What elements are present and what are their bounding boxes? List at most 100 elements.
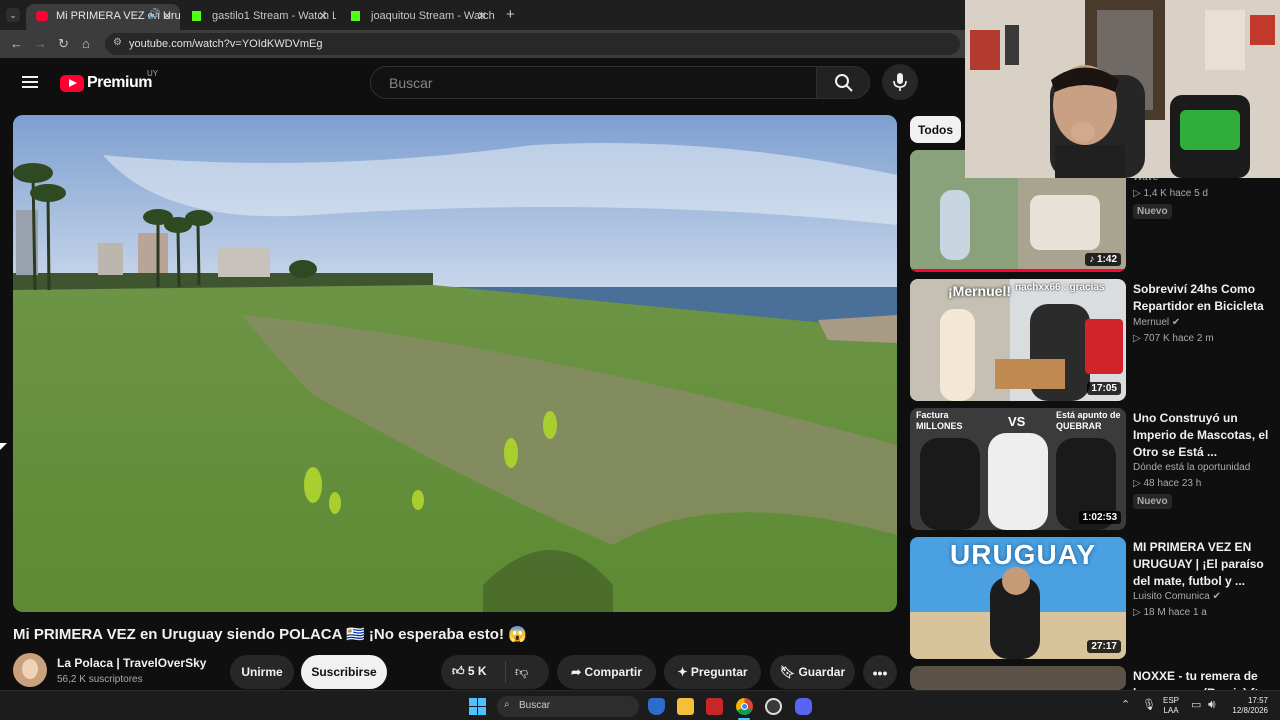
ask-button[interactable]: ✦ Preguntar bbox=[664, 655, 761, 689]
video-player[interactable] bbox=[13, 115, 897, 612]
duration-badge: ♪ 1:42 bbox=[1085, 253, 1121, 266]
volume-icon[interactable]: 🔊︎ bbox=[1208, 697, 1216, 712]
kick-favicon-icon bbox=[192, 11, 201, 21]
subscriber-count: 56,2 K suscriptores bbox=[57, 674, 143, 685]
channel-avatar[interactable] bbox=[13, 653, 47, 687]
forward-icon[interactable]: → bbox=[34, 36, 47, 51]
bookmark-icon: 🔖︎ bbox=[779, 665, 796, 679]
recommendation-title[interactable]: NOXXE - tu remera de las remeras (Remix)… bbox=[1133, 668, 1273, 690]
clock[interactable]: 17:57 12/8/2026 bbox=[1228, 696, 1268, 716]
close-tab-icon[interactable]: ✕ bbox=[162, 9, 172, 23]
video-stats: ▷ 1,4 K hace 5 d bbox=[1133, 188, 1208, 199]
channel-name[interactable]: La Polaca | TravelOverSky bbox=[57, 656, 206, 670]
address-bar[interactable]: ⚙ youtube.com/watch?v=YOIdKWDVmEg bbox=[105, 33, 960, 55]
search-icon: ⌕ bbox=[504, 699, 510, 710]
video-stats: ▷ 707 K hace 2 m bbox=[1133, 333, 1214, 344]
save-button[interactable]: 🔖︎ Guardar bbox=[770, 655, 855, 689]
menu-icon[interactable] bbox=[22, 76, 38, 88]
recommendation-title[interactable]: Sobreviví 24hs Como Repartidor en Bicicl… bbox=[1133, 281, 1273, 315]
dislike-button[interactable]: 👎︎ bbox=[515, 664, 528, 680]
discord-icon[interactable] bbox=[795, 698, 812, 715]
site-info-icon[interactable]: ⚙ bbox=[113, 37, 122, 48]
search-button[interactable] bbox=[816, 66, 870, 99]
video-stats: ▷ 48 hace 23 h bbox=[1133, 478, 1202, 489]
channel-name: Mernuel ✔ bbox=[1133, 317, 1181, 328]
recommendation-item[interactable]: URUGUAY 27:17 MI PRIMERA VEZ EN URUGUAY … bbox=[910, 537, 1280, 659]
duration-badge: 27:17 bbox=[1087, 640, 1121, 653]
verified-icon: ✔ bbox=[1171, 317, 1181, 328]
webcam-feed bbox=[965, 0, 1280, 178]
recommendation-title[interactable]: MI PRIMERA VEZ EN URUGUAY | ¡El paraíso … bbox=[1133, 539, 1273, 590]
obs-icon[interactable] bbox=[765, 698, 782, 715]
browser-tab-bar: ⌄ Mi PRIMERA VEZ en Urugu 🔊 ✕ gastilo1 S… bbox=[0, 0, 965, 30]
thumbnail-overlay-text: URUGUAY bbox=[950, 539, 1096, 570]
security-app-icon[interactable] bbox=[648, 698, 665, 715]
duration-badge: 1:02:53 bbox=[1078, 511, 1121, 524]
verified-icon: ✔ bbox=[1212, 591, 1221, 602]
chrome-icon[interactable] bbox=[736, 698, 753, 715]
thumbs-down-icon: 👎︎ bbox=[515, 664, 529, 679]
new-tab-button[interactable]: + bbox=[506, 6, 515, 23]
language-indicator[interactable]: ESP LAA bbox=[1163, 696, 1179, 716]
recommendation-item[interactable]: Factura MILLONES VS Está apunto de QUEBR… bbox=[910, 408, 1280, 530]
thumbnail-overlay-right: Está apunto de QUEBRAR bbox=[1056, 410, 1121, 431]
tab-search-button[interactable]: ⌄ bbox=[6, 8, 20, 22]
channel-name: Dónde está la oportunidad bbox=[1133, 462, 1251, 473]
file-explorer-icon[interactable] bbox=[677, 698, 694, 715]
kick-favicon-icon bbox=[351, 11, 360, 21]
video-thumbnail: Factura MILLONES VS Está apunto de QUEBR… bbox=[910, 408, 1126, 530]
home-icon[interactable]: ⌂ bbox=[82, 36, 90, 51]
new-badge: Nuevo bbox=[1133, 204, 1172, 219]
share-icon: ➦ bbox=[571, 665, 582, 679]
windows-start-icon[interactable] bbox=[469, 698, 486, 715]
tab-youtube-video[interactable]: Mi PRIMERA VEZ en Urugu 🔊 ✕ bbox=[26, 4, 180, 30]
share-button[interactable]: ➦ Compartir bbox=[557, 655, 656, 689]
windows-taskbar: ⌕ Buscar ⌃ 🎙︎ ESP LAA ▭ 🔊︎ 17:57 12/8/20… bbox=[0, 690, 1280, 720]
tray-chevron-icon[interactable]: ⌃ bbox=[1121, 698, 1130, 711]
speaker-icon[interactable]: 🔊 bbox=[148, 9, 160, 20]
dislike-separator bbox=[505, 661, 506, 683]
save-label: Guardar bbox=[798, 665, 846, 679]
voice-search-button[interactable] bbox=[882, 64, 918, 100]
webcam-overlay bbox=[965, 0, 1280, 178]
back-icon[interactable]: ← bbox=[10, 36, 23, 51]
channel-name: Luisito Comunica ✔ bbox=[1133, 591, 1221, 602]
close-tab-icon[interactable]: ✕ bbox=[318, 9, 328, 23]
recommendation-item[interactable]: ¡Mernuel! nachxx66 : gracias 17:05 Sobre… bbox=[910, 279, 1280, 401]
search-input[interactable]: Buscar bbox=[370, 66, 817, 99]
network-icon[interactable]: ▭ bbox=[1191, 698, 1201, 711]
sparkle-icon: ✦ bbox=[677, 665, 688, 679]
filter-chip-todos[interactable]: Todos bbox=[910, 116, 961, 143]
recommendation-item[interactable]: NOXXE - tu remera de las remeras (Remix)… bbox=[910, 666, 1280, 690]
join-button[interactable]: Unirme bbox=[230, 655, 294, 689]
like-button[interactable]: 👍︎ 5 K bbox=[452, 664, 487, 679]
media-app-icon[interactable] bbox=[706, 698, 723, 715]
thumbs-up-icon: 👍︎ bbox=[452, 664, 465, 678]
ask-label: Preguntar bbox=[690, 665, 748, 679]
play-icon: ▷ bbox=[1133, 478, 1141, 489]
recommendation-title[interactable]: Uno Construyó un Imperio de Mascotas, el… bbox=[1133, 410, 1273, 461]
more-icon: ••• bbox=[872, 665, 888, 681]
browser-toolbar: ← → ↻ ⌂ ⚙ youtube.com/watch?v=YOIdKWDVmE… bbox=[0, 30, 965, 58]
tab-kick-joaquitou[interactable]: joaquitou Stream - Watch Live ✕ bbox=[341, 4, 495, 30]
subscribe-button[interactable]: Suscribirse bbox=[301, 655, 387, 689]
play-icon: ▷ bbox=[1133, 188, 1141, 199]
mouse-cursor-icon bbox=[0, 443, 7, 450]
reload-icon[interactable]: ↻ bbox=[58, 36, 69, 52]
more-actions-button[interactable]: ••• bbox=[863, 655, 897, 689]
shorts-icon: ♪ bbox=[1089, 254, 1095, 265]
mic-tray-icon[interactable]: 🎙︎ bbox=[1142, 698, 1156, 711]
thumbnail-overlay-left: Factura MILLONES bbox=[916, 410, 963, 431]
tab-kick-gastilo1[interactable]: gastilo1 Stream - Watch Live o ✕ bbox=[182, 4, 336, 30]
youtube-play-icon bbox=[60, 75, 84, 92]
chat-overlay-text: nachxx66 : gracias bbox=[1015, 282, 1105, 293]
video-thumbnail: URUGUAY 27:17 bbox=[910, 537, 1126, 659]
url-text: youtube.com/watch?v=YOIdKWDVmEg bbox=[129, 38, 323, 50]
region-code: UY bbox=[147, 69, 159, 78]
microphone-icon bbox=[893, 73, 907, 91]
play-icon: ▷ bbox=[1133, 333, 1141, 344]
video-thumbnail: ¡Mernuel! nachxx66 : gracias 17:05 bbox=[910, 279, 1126, 401]
thumbnail-overlay-vs: VS bbox=[1008, 414, 1026, 429]
taskbar-search[interactable]: ⌕ Buscar bbox=[497, 696, 639, 717]
close-tab-icon[interactable]: ✕ bbox=[477, 9, 487, 23]
